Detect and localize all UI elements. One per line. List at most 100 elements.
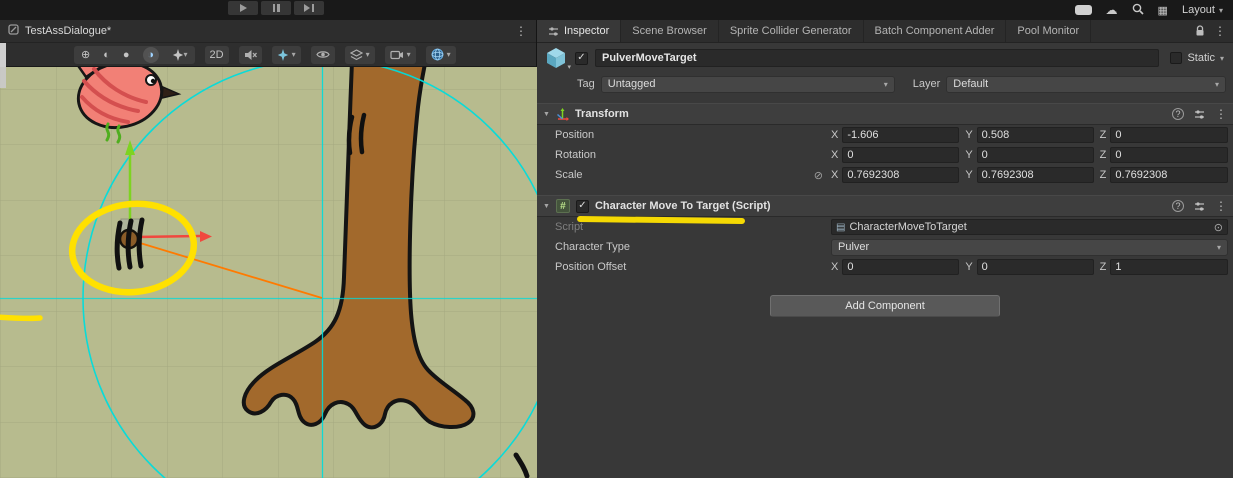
gameobject-active-checkbox[interactable]: ✓ xyxy=(575,52,588,65)
cloud-icon[interactable]: ☁ xyxy=(1106,4,1118,16)
help-icon[interactable]: ? xyxy=(1172,108,1184,120)
pause-icon xyxy=(273,4,276,12)
shading-shaded-icon[interactable]: ● xyxy=(123,49,130,61)
tab-label: Inspector xyxy=(564,25,609,37)
chevron-down-icon: ▾ xyxy=(184,50,188,59)
lock-icon[interactable] xyxy=(1195,25,1205,37)
effects-dropdown[interactable]: ▾ xyxy=(272,46,301,64)
toggle-2d-button[interactable]: 2D xyxy=(205,46,229,64)
presets-icon[interactable] xyxy=(1194,201,1205,212)
csharp-script-icon: # xyxy=(556,199,570,213)
scene-asset-icon xyxy=(8,24,19,38)
collapsed-panel-edge[interactable] xyxy=(0,43,6,67)
chevron-down-icon: ▾ xyxy=(884,80,888,89)
pause-button[interactable] xyxy=(261,1,291,15)
rotation-row: Rotation X0 Y0 Z0 xyxy=(537,145,1233,165)
gameobject-icon[interactable]: ▾ xyxy=(544,46,568,70)
account-icon[interactable] xyxy=(1075,5,1092,15)
transform-component: ▼ Transform ? ⋮ Position X-1.606 Y0.508 … xyxy=(537,103,1233,185)
gizmos-dropdown[interactable]: ▾ xyxy=(426,46,456,64)
object-picker-icon[interactable]: ⊙ xyxy=(1214,221,1223,234)
position-row: Position X-1.606 Y0.508 Z0 xyxy=(537,125,1233,145)
script-row: Script ▤ CharacterMoveToTarget ⊙ xyxy=(537,217,1233,237)
shading-selected-icon[interactable]: ◑ xyxy=(143,47,159,63)
tab-sprite-collider-generator[interactable]: Sprite Collider Generator xyxy=(719,20,864,42)
static-dropdown[interactable]: Static ▾ xyxy=(1170,52,1224,64)
add-component-row: Add Component xyxy=(537,295,1233,317)
scene-visibility-button[interactable] xyxy=(311,46,335,64)
tab-scene-browser[interactable]: Scene Browser xyxy=(621,20,719,42)
scene-view-canvas[interactable] xyxy=(0,67,536,478)
help-icon[interactable]: ? xyxy=(1172,200,1184,212)
tab-label: Sprite Collider Generator xyxy=(730,25,852,37)
tag-label: Tag xyxy=(577,78,595,90)
y-axis-label: Y xyxy=(965,261,972,273)
rotation-x-field[interactable]: 0 xyxy=(842,147,959,163)
shading-wireframe-icon[interactable]: ⊕ xyxy=(81,48,90,61)
offset-z-field[interactable]: 1 xyxy=(1110,259,1228,275)
rotation-z-field[interactable]: 0 xyxy=(1110,147,1228,163)
unity-editor-window: ☁ ▦ Layout ▾ TestAssDialogue* ⋮ xyxy=(0,0,1233,478)
draw-mode-group: ⊕ ◐ ● ◑ ▾ xyxy=(74,46,195,64)
tag-dropdown[interactable]: Untagged ▾ xyxy=(601,76,895,93)
layout-dropdown[interactable]: Layout ▾ xyxy=(1182,4,1223,16)
z-axis-label: Z xyxy=(1100,149,1107,161)
step-icon xyxy=(304,4,310,12)
component-menu-icon[interactable]: ⋮ xyxy=(1215,199,1227,213)
topbar-right-icons: ☁ ▦ Layout ▾ xyxy=(1075,0,1223,20)
chevron-down-icon: ▾ xyxy=(447,50,451,59)
character-type-dropdown[interactable]: Pulver ▾ xyxy=(831,239,1228,256)
label-text: Script xyxy=(555,221,583,233)
position-x-field[interactable]: -1.606 xyxy=(842,127,959,143)
step-button[interactable] xyxy=(294,1,324,15)
audio-mute-button[interactable] xyxy=(239,46,262,64)
hash-glyph: # xyxy=(560,201,566,212)
script-object-field[interactable]: ▤ CharacterMoveToTarget ⊙ xyxy=(831,219,1228,235)
scale-y-field[interactable]: 0.7692308 xyxy=(977,167,1094,183)
character-type-value: Pulver xyxy=(838,241,869,253)
add-component-button[interactable]: Add Component xyxy=(770,295,1000,317)
scale-x-field[interactable]: 0.7692308 xyxy=(842,167,959,183)
scene-tab-bar: TestAssDialogue* ⋮ xyxy=(0,20,536,43)
scale-row: Scale ⊘ X0.7692308 Y0.7692308 Z0.7692308 xyxy=(537,165,1233,185)
presets-icon[interactable] xyxy=(1194,109,1205,120)
script-component-header[interactable]: ▼ # ✓ Character Move To Target (Script) … xyxy=(537,195,1233,217)
chevron-down-icon: ▾ xyxy=(292,50,296,59)
script-enabled-checkbox[interactable]: ✓ xyxy=(576,200,589,213)
layer-dropdown[interactable]: Default ▾ xyxy=(946,76,1226,93)
shading-shaded-wire-icon[interactable]: ◐ xyxy=(103,49,110,61)
gizmo-globe-icon xyxy=(431,48,444,61)
tab-pool-monitor[interactable]: Pool Monitor xyxy=(1006,20,1091,42)
scene-tab-menu-icon[interactable]: ⋮ xyxy=(515,24,527,38)
scene-tab-title[interactable]: TestAssDialogue* xyxy=(25,25,111,37)
transform-header[interactable]: ▼ Transform ? ⋮ xyxy=(537,103,1233,125)
foldout-icon[interactable]: ▼ xyxy=(543,111,550,118)
search-icon[interactable] xyxy=(1132,3,1144,18)
play-button[interactable] xyxy=(228,1,258,15)
top-toolbar: ☁ ▦ Layout ▾ xyxy=(0,0,1233,20)
scene-panel: TestAssDialogue* ⋮ ⊕ ◐ ● ◑ ▾ 2D xyxy=(0,20,537,478)
tab-label: Pool Monitor xyxy=(1017,25,1079,37)
uniform-scale-link-icon[interactable]: ⊘ xyxy=(814,169,823,182)
chevron-down-icon: ▾ xyxy=(1219,6,1223,15)
tab-inspector[interactable]: Inspector xyxy=(537,20,621,42)
inspector-menu-icon[interactable]: ⋮ xyxy=(1214,24,1226,38)
camera-settings-dropdown[interactable]: ▾ xyxy=(385,46,416,64)
flare-dropdown[interactable]: ▾ xyxy=(172,49,188,61)
y-axis-label: Y xyxy=(965,169,972,181)
rotation-y-field[interactable]: 0 xyxy=(977,147,1094,163)
foldout-icon[interactable]: ▼ xyxy=(543,203,550,210)
tab-batch-component-adder[interactable]: Batch Component Adder xyxy=(864,20,1007,42)
gameobject-name-field[interactable]: PulverMoveTarget xyxy=(595,49,1159,67)
grid-icon[interactable]: ▦ xyxy=(1158,4,1168,17)
tag-value: Untagged xyxy=(608,78,656,90)
offset-x-field[interactable]: 0 xyxy=(842,259,959,275)
component-menu-icon[interactable]: ⋮ xyxy=(1215,107,1227,121)
static-checkbox[interactable] xyxy=(1170,52,1182,64)
layers-dropdown[interactable]: ▾ xyxy=(345,46,375,64)
scale-z-field[interactable]: 0.7692308 xyxy=(1110,167,1228,183)
y-axis-label: Y xyxy=(965,129,972,141)
position-z-field[interactable]: 0 xyxy=(1110,127,1228,143)
position-y-field[interactable]: 0.508 xyxy=(977,127,1094,143)
offset-y-field[interactable]: 0 xyxy=(977,259,1094,275)
